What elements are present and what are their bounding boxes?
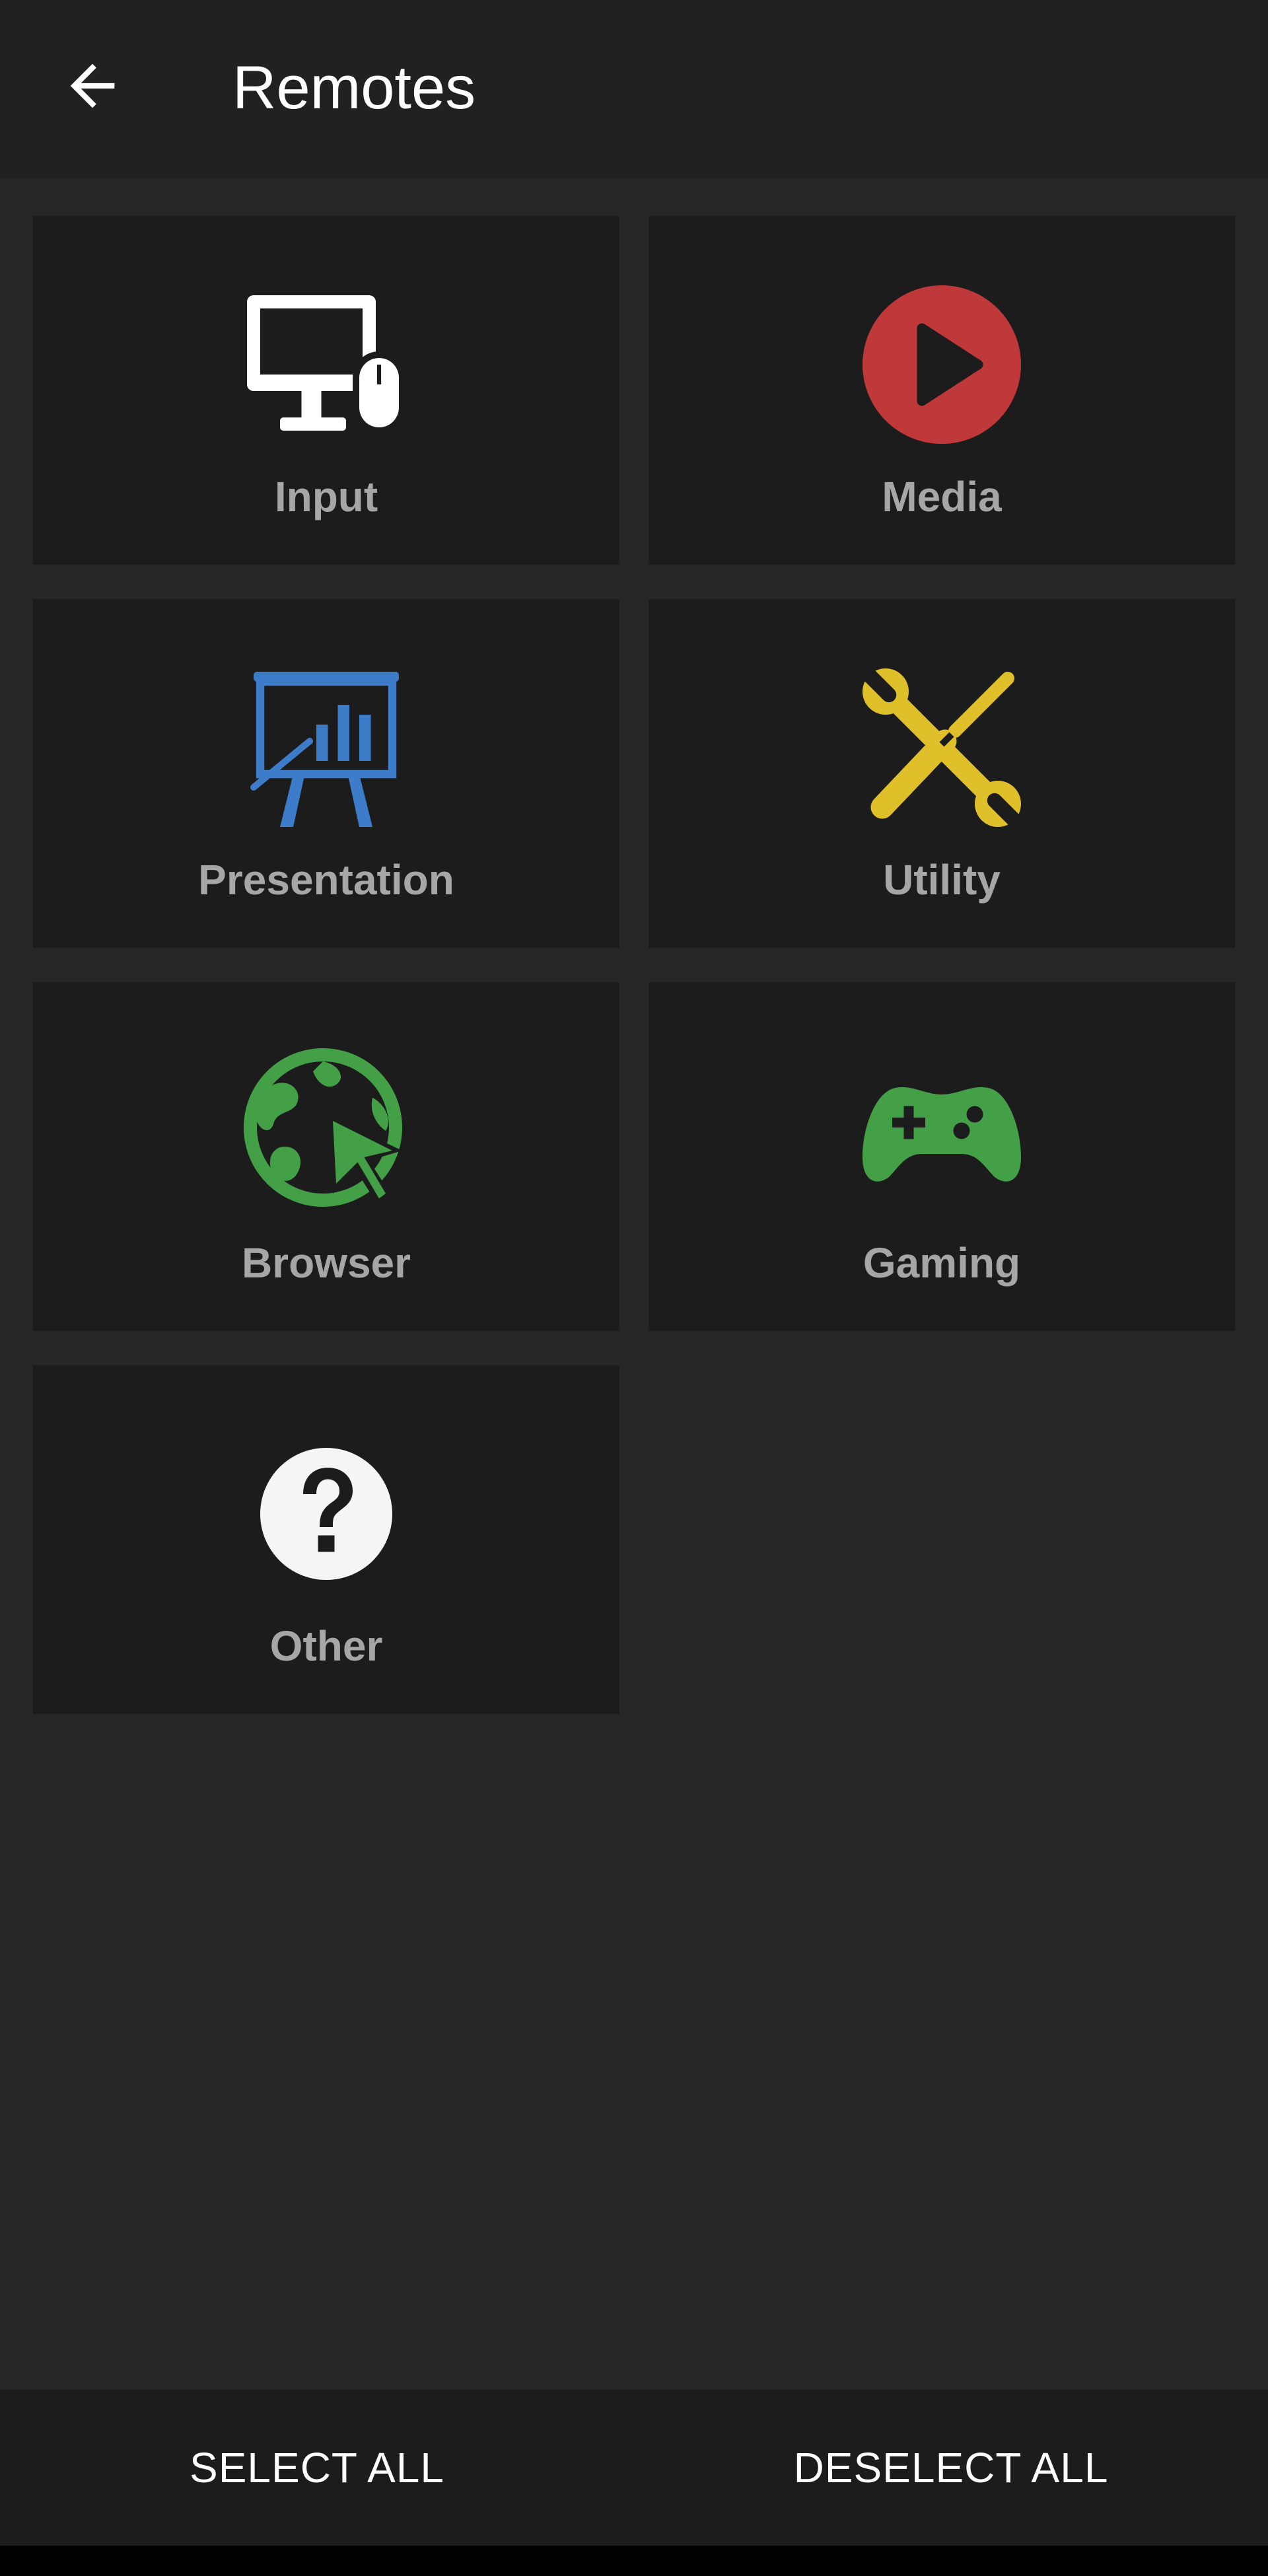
wrench-screwdriver-icon	[859, 665, 1024, 830]
tile-gaming[interactable]: Gaming	[649, 982, 1235, 1331]
tile-label: Utility	[883, 856, 1001, 904]
system-nav-bar	[0, 2546, 1268, 2576]
app-bar: Remotes	[0, 0, 1268, 178]
tile-utility[interactable]: Utility	[649, 599, 1235, 948]
tile-label: Input	[274, 473, 378, 520]
tile-label: Other	[269, 1622, 383, 1670]
tile-label: Media	[882, 473, 1002, 520]
tile-presentation[interactable]: Presentation	[33, 599, 619, 948]
tile-browser[interactable]: Browser	[33, 982, 619, 1331]
globe-cursor-icon	[244, 1048, 409, 1213]
deselect-all-button[interactable]: DESELECT ALL	[634, 2390, 1268, 2546]
select-all-button[interactable]: SELECT ALL	[0, 2390, 634, 2546]
tile-label: Browser	[241, 1239, 411, 1287]
bottom-action-bar: SELECT ALL DESELECT ALL	[0, 2390, 1268, 2546]
tile-other[interactable]: Other	[33, 1365, 619, 1714]
question-circle-icon	[244, 1431, 409, 1596]
gamepad-icon	[859, 1048, 1024, 1213]
tile-label: Gaming	[863, 1239, 1021, 1287]
back-button[interactable]	[46, 40, 139, 132]
tile-input[interactable]: Input	[33, 216, 619, 565]
presentation-board-icon	[244, 665, 409, 830]
arrow-left-icon	[70, 63, 115, 108]
tile-media[interactable]: Media	[649, 216, 1235, 565]
remotes-screen: Remotes Input Media Presentation Utility…	[0, 0, 1268, 2576]
page-title: Remotes	[232, 54, 476, 122]
monitor-mouse-icon	[244, 282, 409, 447]
play-circle-icon	[859, 282, 1024, 447]
tile-label: Presentation	[198, 856, 454, 904]
